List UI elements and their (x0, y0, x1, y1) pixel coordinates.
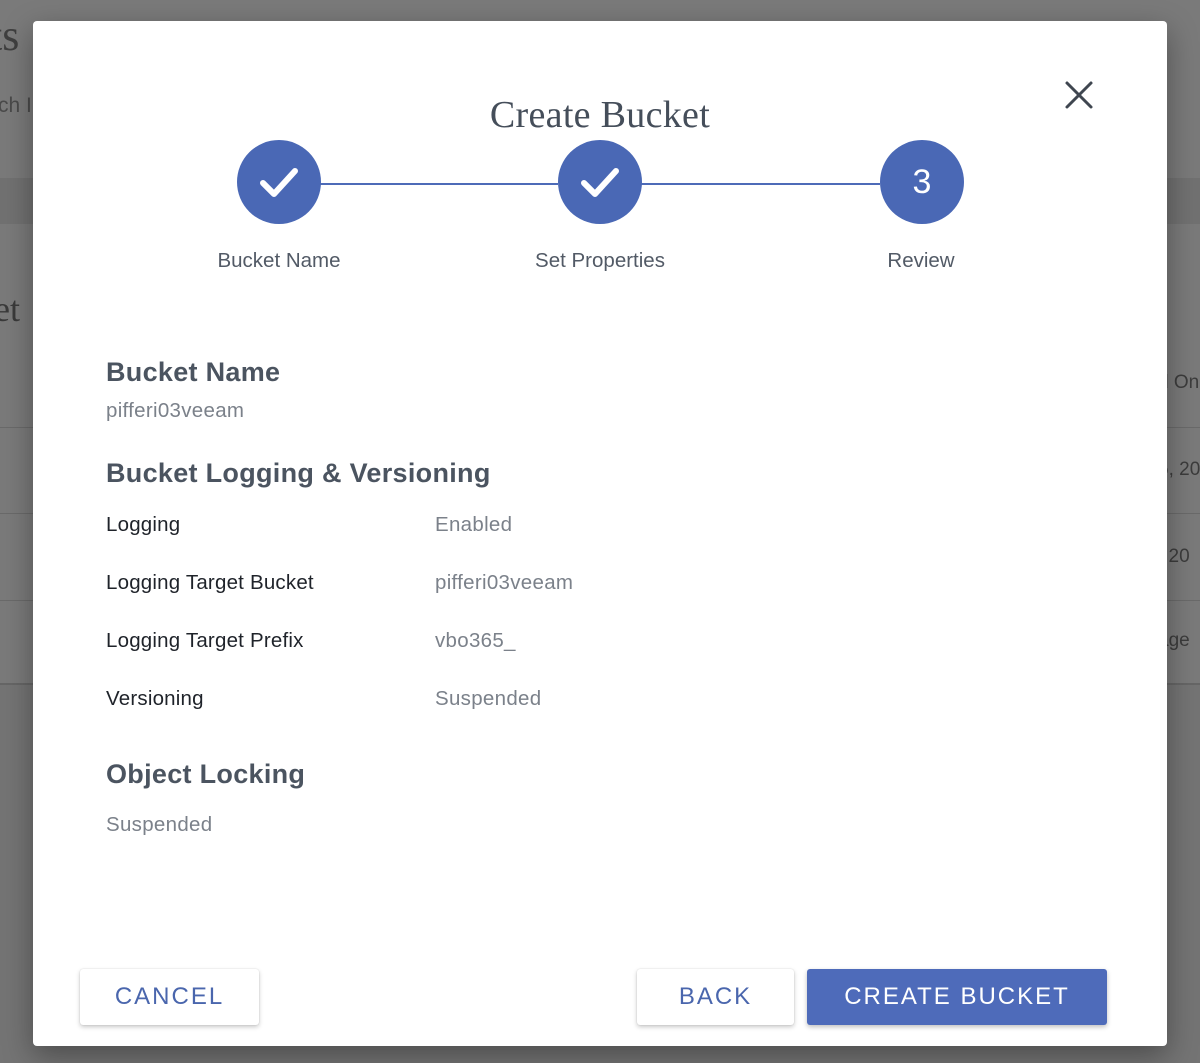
object-locking-value: Suspended (106, 813, 213, 836)
cancel-button[interactable]: CANCEL (80, 969, 259, 1025)
back-button[interactable]: BACK (637, 969, 794, 1025)
create-bucket-button[interactable]: CREATE BUCKET (807, 969, 1107, 1025)
close-icon (1065, 81, 1093, 109)
step-3-circle: 3 (880, 140, 964, 224)
background-search-field: ch I (0, 94, 32, 117)
step-connector (320, 183, 558, 185)
bucket-name-value: pifferi03veeam (106, 399, 245, 422)
logging-target-prefix-label: Logging Target Prefix (106, 629, 304, 652)
versioning-label: Versioning (106, 687, 204, 710)
bucket-name-heading: Bucket Name (106, 357, 281, 387)
close-button[interactable] (1061, 77, 1097, 113)
step-connector (641, 183, 880, 185)
step-label-bucket-name: Bucket Name (217, 249, 341, 272)
logging-value: Enabled (435, 513, 513, 536)
step-label-review: Review (887, 249, 955, 272)
step-3-number: 3 (912, 162, 932, 201)
create-bucket-dialog: Create Bucket 3 Bucket Name Set Properti… (33, 21, 1167, 1046)
step-2-circle (558, 140, 642, 224)
logging-target-bucket-value: pifferi03veeam (435, 571, 574, 594)
logging-target-prefix-value: vbo365_ (435, 629, 516, 652)
checkmark-icon (581, 168, 619, 197)
dialog-title: Create Bucket (489, 94, 711, 136)
object-locking-heading: Object Locking (106, 759, 306, 789)
versioning-value: Suspended (435, 687, 542, 710)
background-section-heading: et (0, 289, 20, 329)
logging-label: Logging (106, 513, 181, 536)
step-label-set-properties: Set Properties (535, 249, 665, 272)
step-1-circle (237, 140, 321, 224)
logging-versioning-heading: Bucket Logging & Versioning (106, 458, 491, 488)
logging-target-bucket-label: Logging Target Bucket (106, 571, 314, 594)
checkmark-icon (260, 168, 298, 197)
background-page-title: ts (0, 11, 20, 60)
